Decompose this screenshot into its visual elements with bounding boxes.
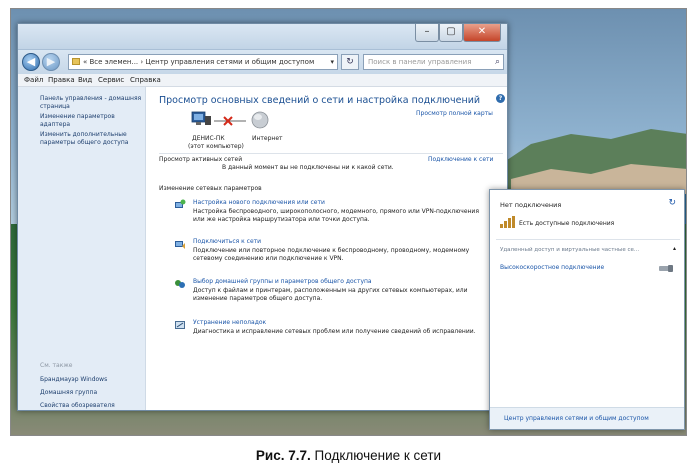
minimize-button[interactable]: – [415, 24, 439, 42]
help-icon[interactable]: ? [496, 94, 505, 103]
menu-bar: Файл Правка Вид Сервис Справка [18, 74, 507, 87]
caption-label: Рис. 7.7. [255, 448, 311, 463]
computer-sub: (этот компьютер) [188, 143, 244, 150]
menu-tools[interactable]: Сервис [98, 76, 124, 84]
page-title: Просмотр основных сведений о сети и наст… [159, 95, 481, 106]
network-center-window: – ▢ ✕ ◀ ▶ « Все элемен... › Центр управл… [17, 23, 508, 411]
task-homegroup-desc: Доступ к файлам и принтерам, расположенн… [193, 287, 468, 302]
task-new-connection[interactable]: Настройка нового подключения или сети [193, 199, 325, 207]
task-homegroup[interactable]: Выбор домашней группы и параметров общег… [193, 278, 372, 286]
sidebar: Панель управления - домашняя страница Из… [18, 87, 146, 410]
search-input[interactable]: Поиск в панели управления ⌕ [363, 54, 504, 70]
task-troubleshoot-desc: Диагностика и исправление сетевых пробле… [193, 328, 476, 335]
active-networks-label: Просмотр активных сетей [159, 156, 243, 163]
flyout-section-header[interactable]: Удаленный доступ и виртуальные частные с… [500, 246, 639, 254]
menu-edit[interactable]: Правка [48, 76, 75, 84]
menu-help[interactable]: Справка [130, 76, 161, 84]
screenshot-frame: – ▢ ✕ ◀ ▶ « Все элемен... › Центр управл… [10, 8, 687, 436]
forward-button[interactable]: ▶ [42, 53, 60, 71]
menu-view[interactable]: Вид [78, 76, 92, 84]
computer-name: ДЕНИС-ПК [192, 135, 225, 142]
network-center-link[interactable]: Центр управления сетями и общим доступом [504, 415, 649, 423]
flyout-divider [496, 239, 680, 240]
navigation-bar: ◀ ▶ « Все элемен... › Центр управления с… [18, 50, 507, 74]
view-full-map-link[interactable]: Просмотр полной карты [416, 110, 493, 118]
flyout-footer: Центр управления сетями и общим доступом [490, 407, 684, 429]
troubleshoot-icon [175, 321, 185, 329]
sidebar-item-internet-options[interactable]: Свойства обозревателя [40, 402, 144, 410]
main-content: ? Просмотр основных сведений о сети и на… [146, 87, 507, 410]
task-connect[interactable]: Подключиться к сети [193, 238, 261, 246]
connect-icon [175, 241, 185, 249]
signal-bars-icon [500, 216, 515, 228]
sidebar-item-homegroup[interactable]: Домашняя группа [40, 389, 144, 397]
search-icon[interactable]: ⌕ [495, 55, 500, 69]
back-button[interactable]: ◀ [22, 53, 40, 71]
folder-icon [72, 58, 80, 65]
refresh-button[interactable]: ↻ [341, 54, 359, 70]
change-settings-label: Изменение сетевых параметров [159, 185, 262, 192]
computer-icon [191, 111, 211, 125]
collapse-icon[interactable]: ▴ [673, 245, 676, 253]
no-connection-text: В данный момент вы не подключены ни к ка… [222, 164, 394, 171]
connect-to-network-link[interactable]: Подключение к сети [428, 156, 493, 164]
new-connection-icon [175, 199, 186, 208]
maximize-button[interactable]: ▢ [439, 24, 463, 42]
flyout-connection-item[interactable]: Высокоскоростное подключение [500, 264, 604, 272]
task-troubleshoot[interactable]: Устранение неполадок [193, 319, 266, 327]
menu-file[interactable]: Файл [24, 76, 43, 84]
address-dropdown-icon[interactable]: ▾ [330, 55, 334, 69]
sidebar-item-adapter[interactable]: Изменение параметров адаптера [40, 113, 144, 129]
address-bar[interactable]: « Все элемен... › Центр управления сетям… [68, 54, 338, 70]
network-map [191, 111, 269, 129]
task-connect-desc: Подключение или повторное подключение к … [193, 247, 470, 262]
close-button[interactable]: ✕ [463, 24, 501, 42]
search-placeholder: Поиск в панели управления [368, 58, 472, 66]
sidebar-item-firewall[interactable]: Брандмауэр Windows [40, 376, 144, 384]
title-bar: – ▢ ✕ [18, 24, 507, 50]
flyout-available: Есть доступные подключения [519, 220, 615, 227]
flyout-status: Нет подключения [500, 201, 562, 209]
sidebar-item-home[interactable]: Панель управления - домашняя страница [40, 95, 144, 111]
homegroup-icon [175, 280, 185, 288]
task-new-connection-desc: Настройка беспроводного, широкополосного… [193, 208, 479, 223]
flyout-refresh-icon[interactable]: ↻ [668, 199, 676, 208]
globe-icon [251, 111, 269, 129]
internet-label: Интернет [252, 135, 283, 142]
caption-text: Подключение к сети [314, 448, 442, 463]
divider [159, 153, 503, 154]
dialup-icon [659, 265, 673, 272]
see-also-title: См. также [40, 362, 73, 369]
sidebar-item-sharing[interactable]: Изменить дополнительные параметры общего… [40, 131, 144, 147]
address-text: « Все элемен... › Центр управления сетям… [83, 58, 315, 66]
network-flyout: Нет подключения ↻ Есть доступные подключ… [489, 189, 685, 430]
figure-caption: Рис. 7.7. Подключение к сети [0, 448, 697, 463]
